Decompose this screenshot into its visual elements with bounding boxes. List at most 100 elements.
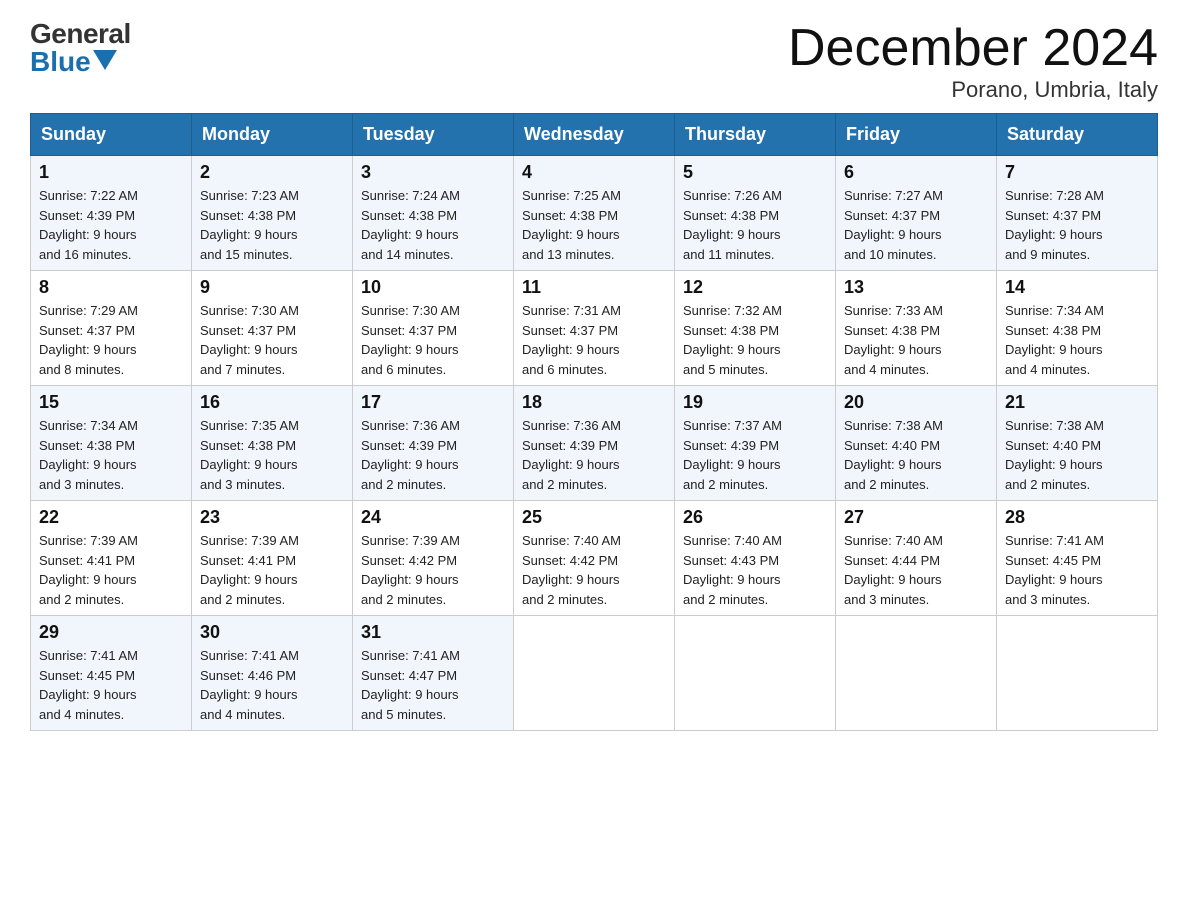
weekday-header-tuesday: Tuesday [353, 114, 514, 156]
calendar-cell [514, 616, 675, 731]
day-number: 13 [844, 277, 988, 298]
weekday-header-monday: Monday [192, 114, 353, 156]
day-number: 1 [39, 162, 183, 183]
calendar-cell: 28 Sunrise: 7:41 AMSunset: 4:45 PMDayligh… [997, 501, 1158, 616]
title-block: December 2024 Porano, Umbria, Italy [788, 20, 1158, 103]
day-number: 15 [39, 392, 183, 413]
page-header: General Blue December 2024 Porano, Umbri… [30, 20, 1158, 103]
day-info: Sunrise: 7:24 AMSunset: 4:38 PMDaylight:… [361, 186, 505, 264]
calendar-cell: 24 Sunrise: 7:39 AMSunset: 4:42 PMDayligh… [353, 501, 514, 616]
day-number: 20 [844, 392, 988, 413]
day-info: Sunrise: 7:26 AMSunset: 4:38 PMDaylight:… [683, 186, 827, 264]
day-info: Sunrise: 7:34 AMSunset: 4:38 PMDaylight:… [1005, 301, 1149, 379]
day-number: 21 [1005, 392, 1149, 413]
calendar-cell: 31 Sunrise: 7:41 AMSunset: 4:47 PMDayligh… [353, 616, 514, 731]
calendar-cell: 27Sunrise: 7:40 AMSunset: 4:44 PMDayligh… [836, 501, 997, 616]
calendar-cell [997, 616, 1158, 731]
calendar-cell: 15 Sunrise: 7:34 AMSunset: 4:38 PMDayligh… [31, 386, 192, 501]
month-year-title: December 2024 [788, 20, 1158, 77]
calendar-week-row: 1 Sunrise: 7:22 AMSunset: 4:39 PMDaylight… [31, 156, 1158, 271]
calendar-week-row: 8Sunrise: 7:29 AMSunset: 4:37 PMDaylight… [31, 271, 1158, 386]
calendar-cell: 3 Sunrise: 7:24 AMSunset: 4:38 PMDaylight… [353, 156, 514, 271]
day-info: Sunrise: 7:39 AMSunset: 4:42 PMDaylight:… [361, 531, 505, 609]
weekday-header-friday: Friday [836, 114, 997, 156]
day-info: Sunrise: 7:40 AMSunset: 4:44 PMDaylight:… [844, 531, 988, 609]
day-info: Sunrise: 7:32 AMSunset: 4:38 PMDaylight:… [683, 301, 827, 379]
day-number: 10 [361, 277, 505, 298]
day-info: Sunrise: 7:33 AMSunset: 4:38 PMDaylight:… [844, 301, 988, 379]
day-info: Sunrise: 7:37 AMSunset: 4:39 PMDaylight:… [683, 416, 827, 494]
day-info: Sunrise: 7:40 AMSunset: 4:43 PMDaylight:… [683, 531, 827, 609]
calendar-week-row: 22 Sunrise: 7:39 AMSunset: 4:41 PMDayligh… [31, 501, 1158, 616]
day-info: Sunrise: 7:38 AMSunset: 4:40 PMDaylight:… [844, 416, 988, 494]
calendar-cell: 16 Sunrise: 7:35 AMSunset: 4:38 PMDayligh… [192, 386, 353, 501]
day-info: Sunrise: 7:35 AMSunset: 4:38 PMDaylight:… [200, 416, 344, 494]
day-number: 31 [361, 622, 505, 643]
logo-general: General [30, 20, 131, 48]
weekday-header-sunday: Sunday [31, 114, 192, 156]
day-info: Sunrise: 7:36 AMSunset: 4:39 PMDaylight:… [361, 416, 505, 494]
calendar-cell: 19 Sunrise: 7:37 AMSunset: 4:39 PMDayligh… [675, 386, 836, 501]
day-info: Sunrise: 7:41 AMSunset: 4:46 PMDaylight:… [200, 646, 344, 724]
day-number: 18 [522, 392, 666, 413]
logo-blue: Blue [30, 48, 131, 76]
calendar-cell: 2Sunrise: 7:23 AMSunset: 4:38 PMDaylight… [192, 156, 353, 271]
day-info: Sunrise: 7:39 AMSunset: 4:41 PMDaylight:… [200, 531, 344, 609]
day-number: 17 [361, 392, 505, 413]
day-number: 28 [1005, 507, 1149, 528]
day-info: Sunrise: 7:30 AMSunset: 4:37 PMDaylight:… [200, 301, 344, 379]
calendar-cell: 7 Sunrise: 7:28 AMSunset: 4:37 PMDaylight… [997, 156, 1158, 271]
day-number: 22 [39, 507, 183, 528]
day-info: Sunrise: 7:28 AMSunset: 4:37 PMDaylight:… [1005, 186, 1149, 264]
day-number: 30 [200, 622, 344, 643]
day-number: 24 [361, 507, 505, 528]
weekday-header-wednesday: Wednesday [514, 114, 675, 156]
calendar-table: SundayMondayTuesdayWednesdayThursdayFrid… [30, 113, 1158, 731]
day-info: Sunrise: 7:23 AMSunset: 4:38 PMDaylight:… [200, 186, 344, 264]
day-number: 16 [200, 392, 344, 413]
day-info: Sunrise: 7:31 AMSunset: 4:37 PMDaylight:… [522, 301, 666, 379]
weekday-header-saturday: Saturday [997, 114, 1158, 156]
day-number: 19 [683, 392, 827, 413]
day-info: Sunrise: 7:27 AMSunset: 4:37 PMDaylight:… [844, 186, 988, 264]
weekday-header-thursday: Thursday [675, 114, 836, 156]
calendar-cell [836, 616, 997, 731]
day-number: 29 [39, 622, 183, 643]
calendar-cell: 8Sunrise: 7:29 AMSunset: 4:37 PMDaylight… [31, 271, 192, 386]
day-info: Sunrise: 7:22 AMSunset: 4:39 PMDaylight:… [39, 186, 183, 264]
day-info: Sunrise: 7:41 AMSunset: 4:45 PMDaylight:… [1005, 531, 1149, 609]
day-number: 23 [200, 507, 344, 528]
calendar-cell: 10 Sunrise: 7:30 AMSunset: 4:37 PMDayligh… [353, 271, 514, 386]
day-info: Sunrise: 7:30 AMSunset: 4:37 PMDaylight:… [361, 301, 505, 379]
day-info: Sunrise: 7:41 AMSunset: 4:47 PMDaylight:… [361, 646, 505, 724]
calendar-cell: 25Sunrise: 7:40 AMSunset: 4:42 PMDayligh… [514, 501, 675, 616]
day-number: 7 [1005, 162, 1149, 183]
logo-triangle-icon [93, 50, 117, 70]
day-info: Sunrise: 7:38 AMSunset: 4:40 PMDaylight:… [1005, 416, 1149, 494]
location-subtitle: Porano, Umbria, Italy [788, 77, 1158, 103]
calendar-cell: 17 Sunrise: 7:36 AMSunset: 4:39 PMDayligh… [353, 386, 514, 501]
day-number: 9 [200, 277, 344, 298]
calendar-cell: 13 Sunrise: 7:33 AMSunset: 4:38 PMDayligh… [836, 271, 997, 386]
logo: General Blue [30, 20, 131, 76]
calendar-cell: 22 Sunrise: 7:39 AMSunset: 4:41 PMDayligh… [31, 501, 192, 616]
calendar-cell: 26Sunrise: 7:40 AMSunset: 4:43 PMDayligh… [675, 501, 836, 616]
day-number: 5 [683, 162, 827, 183]
calendar-week-row: 29Sunrise: 7:41 AMSunset: 4:45 PMDayligh… [31, 616, 1158, 731]
day-number: 8 [39, 277, 183, 298]
calendar-cell: 14Sunrise: 7:34 AMSunset: 4:38 PMDayligh… [997, 271, 1158, 386]
day-number: 25 [522, 507, 666, 528]
day-number: 4 [522, 162, 666, 183]
day-number: 3 [361, 162, 505, 183]
day-info: Sunrise: 7:39 AMSunset: 4:41 PMDaylight:… [39, 531, 183, 609]
calendar-cell: 18Sunrise: 7:36 AMSunset: 4:39 PMDayligh… [514, 386, 675, 501]
calendar-cell: 9 Sunrise: 7:30 AMSunset: 4:37 PMDaylight… [192, 271, 353, 386]
day-number: 6 [844, 162, 988, 183]
day-info: Sunrise: 7:34 AMSunset: 4:38 PMDaylight:… [39, 416, 183, 494]
calendar-cell: 4Sunrise: 7:25 AMSunset: 4:38 PMDaylight… [514, 156, 675, 271]
calendar-cell: 6 Sunrise: 7:27 AMSunset: 4:37 PMDaylight… [836, 156, 997, 271]
day-number: 12 [683, 277, 827, 298]
calendar-cell: 5 Sunrise: 7:26 AMSunset: 4:38 PMDaylight… [675, 156, 836, 271]
calendar-cell: 11Sunrise: 7:31 AMSunset: 4:37 PMDayligh… [514, 271, 675, 386]
weekday-header-row: SundayMondayTuesdayWednesdayThursdayFrid… [31, 114, 1158, 156]
